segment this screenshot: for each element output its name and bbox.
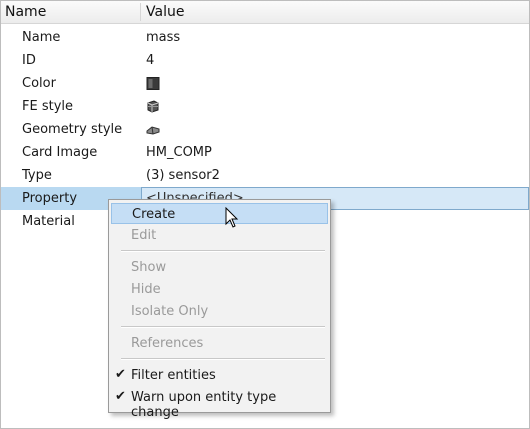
menu-item-label: Filter entities [131,368,216,383]
menu-item-warn-type-change[interactable]: ✔ Warn upon entity type change [111,387,328,420]
menu-item-isolate-only[interactable]: Isolate Only [111,301,328,322]
menu-separator [121,326,325,328]
row-card-image[interactable]: Card Image HM_COMP [1,141,529,164]
menu-separator [121,358,325,360]
menu-item-edit[interactable]: Edit [111,225,328,246]
row-key: ID [22,53,36,68]
row-fe-style[interactable]: FE style [1,95,529,118]
menu-item-label: Warn upon entity type change [131,390,277,420]
row-type[interactable]: Type (3) sensor2 [1,164,529,187]
row-key: Geometry style [22,122,123,137]
menu-item-label: References [131,336,204,351]
color-swatch-icon[interactable] [146,77,160,90]
row-value[interactable]: mass [146,30,180,45]
row-id[interactable]: ID 4 [1,49,529,72]
menu-item-label: Isolate Only [131,304,209,319]
mouse-pointer-icon [225,207,239,228]
menu-item-hide[interactable]: Hide [111,279,328,300]
row-value[interactable]: HM_COMP [146,145,212,160]
menu-item-label: Edit [131,228,157,243]
menu-item-label: Show [131,260,167,275]
menu-separator [121,250,325,252]
menu-item-references[interactable]: References [111,333,328,354]
table-header: Name Value [1,1,529,24]
menu-item-label: Hide [131,282,161,297]
checkmark-icon: ✔ [115,367,126,382]
fe-style-icon[interactable] [146,100,160,113]
geometry-style-icon[interactable] [146,123,160,136]
menu-item-create[interactable]: Create [111,203,328,224]
header-divider[interactable] [140,3,141,21]
row-geometry-style[interactable]: Geometry style [1,118,529,141]
row-color[interactable]: Color [1,72,529,95]
row-key: Type [22,168,52,183]
checkmark-icon: ✔ [115,389,126,404]
row-key: Property [22,191,78,206]
row-key: Color [22,76,56,91]
header-name[interactable]: Name [5,4,46,20]
context-menu: Create Edit Show Hide Isolate Only Refer… [108,199,331,420]
row-key: FE style [22,99,73,114]
row-key: Material [22,214,75,229]
row-name[interactable]: Name mass [1,26,529,49]
row-key: Name [22,30,61,45]
menu-item-label: Create [132,207,176,222]
header-value[interactable]: Value [146,4,184,20]
menu-item-show[interactable]: Show [111,257,328,278]
row-value[interactable]: (3) sensor2 [146,168,220,183]
row-key: Card Image [22,145,98,160]
menu-item-filter-entities[interactable]: ✔ Filter entities [111,365,328,386]
row-value[interactable]: 4 [146,53,154,68]
